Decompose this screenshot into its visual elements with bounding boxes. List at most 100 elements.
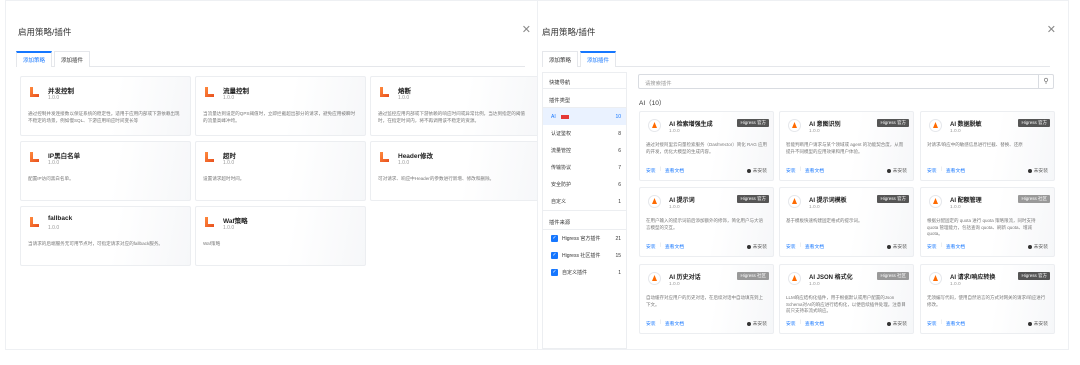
strategy-desc: Waf策略 [203, 241, 221, 246]
plugin-title: AI 历史对话 [669, 275, 701, 281]
install-link[interactable]: 安装 [646, 320, 656, 327]
tab-add-plugin[interactable]: 添加插件 [580, 51, 617, 67]
plugin-desc: 自动缓存对应用户的历史对话，在后续对话中自动填充到上下文。 [646, 295, 763, 307]
plugin-icon [648, 272, 661, 285]
search-icon[interactable]: ⚲ [1038, 75, 1053, 88]
docs-link[interactable]: 查看文档 [805, 167, 824, 174]
plugin-type-title: 插件类型 [543, 89, 626, 108]
plugin-desc: 对请求/响应中的敏感信息进行拦截、替换、还原 [927, 142, 1023, 147]
strategy-title: fallback [48, 215, 73, 222]
status-dot-icon [1027, 321, 1032, 326]
docs-link[interactable]: 查看文档 [946, 320, 965, 327]
docs-link[interactable]: 查看文档 [946, 243, 965, 250]
docs-link[interactable]: 查看文档 [665, 167, 684, 174]
status-dot-icon [746, 321, 751, 326]
plugin-card[interactable]: AI 提示词 1.0.0 Higress 官方 在用户输入的提示词前后添加额外的修饰，… [639, 187, 774, 257]
plugin-source-title: 插件来源 [543, 210, 626, 230]
strategy-card[interactable]: 流量控制 1.0.0 当流量达到设定的QPS阈值时，立即拦截超出部分的请求，避免应用… [195, 76, 366, 136]
strategy-card[interactable]: Waf策略 1.0.0 Waf策略 [195, 206, 366, 266]
strategy-version: 1.0.0 [48, 225, 60, 231]
strategy-card[interactable]: 熔断 1.0.0 通过监控应用内部或下游依赖的响应时间或异常比例，当达到指定的阈值时… [370, 76, 541, 136]
strategy-title: Header修改 [398, 153, 434, 160]
install-link[interactable]: 安装 [646, 167, 656, 174]
install-link[interactable]: 安装 [927, 167, 937, 174]
install-link[interactable]: 安装 [786, 167, 796, 174]
source-badge: Higress 官方 [737, 195, 769, 203]
status-dot-icon [746, 244, 751, 249]
plugin-card[interactable]: AI JSON 格式化 1.0.0 Higress 社区 LLM响应结构化插件，用于根… [779, 264, 914, 334]
plugin-search[interactable]: 请搜索插件 ⚲ [638, 74, 1054, 89]
install-link[interactable]: 安装 [786, 243, 796, 250]
tab-bar: 添加策略 添加插件 [542, 51, 1050, 67]
strategy-desc: 通过监控应用内部或下游依赖的响应时间或异常比例，当达到指定的阈值时，在指定时间内… [378, 111, 526, 123]
plugin-footer: 安装 | 查看文档 未安装 [927, 243, 1048, 250]
plugin-card[interactable]: AI 提示词模板 1.0.0 Higress 官方 基于模板快速构建固定格式的提示词。… [779, 187, 914, 257]
docs-link[interactable]: 查看文档 [805, 243, 824, 250]
docs-link[interactable]: 查看文档 [805, 320, 824, 327]
status-dot-icon [886, 321, 891, 326]
close-icon[interactable]: ✕ [1047, 25, 1056, 36]
plugin-card[interactable]: AI 意图识别 1.0.0 Higress 官方 智能判断用户请求与某个领域或 age… [779, 111, 914, 181]
install-status-label: 未安装 [892, 169, 907, 174]
tab-add-plugin[interactable]: 添加插件 [54, 51, 91, 67]
plugin-footer: 安装 | 查看文档 未安装 [646, 167, 767, 174]
nav-type-count: 1 [618, 198, 621, 205]
strategy-card[interactable]: 超时 1.0.0 设置请求超时时间。 [195, 141, 366, 201]
nav-type-item[interactable]: 传输协议 7 [543, 159, 626, 176]
plugin-card[interactable]: AI 配额管理 1.0.0 Higress 社区 根据分配固定的 quota 进行 q… [920, 187, 1055, 257]
checkbox-checked-icon[interactable]: ✓ [551, 252, 558, 259]
plugin-icon [788, 272, 801, 285]
docs-link[interactable]: 查看文档 [665, 320, 684, 327]
plugin-version: 1.0.0 [950, 282, 961, 287]
status-dot-icon [886, 168, 891, 173]
plugin-icon [648, 195, 661, 208]
plugin-footer: 安装 | 查看文档 未安装 [646, 243, 767, 250]
tab-add-strategy[interactable]: 添加策略 [16, 51, 53, 67]
plugin-desc: 基于模板快速构建固定格式的提示词。 [786, 218, 863, 223]
nav-type-label-wrap: AI [551, 114, 569, 120]
nav-type-label: AI [551, 113, 556, 120]
tab-add-strategy[interactable]: 添加策略 [542, 51, 579, 67]
plugin-version: 1.0.0 [950, 129, 961, 134]
nav-type-item[interactable]: 安全防护 6 [543, 176, 626, 193]
plugin-actions: 安装 | 查看文档 [646, 243, 684, 250]
install-link[interactable]: 安装 [786, 320, 796, 327]
nav-type-item[interactable]: 认证鉴权 8 [543, 125, 626, 142]
strategy-card[interactable]: fallback 1.0.0 当请求的后端服务无可用节点时，可指定请求对应的fall… [20, 206, 191, 266]
nav-source-count: 15 [615, 252, 621, 259]
source-badge: Higress 官方 [1018, 119, 1050, 127]
nav-type-item[interactable]: 流量管控 6 [543, 142, 626, 159]
strategy-desc: 当请求的后端服务无可用节点时，可指定请求对应的fallback服务。 [28, 241, 164, 246]
checkbox-checked-icon[interactable]: ✓ [551, 235, 558, 242]
docs-link[interactable]: 查看文档 [665, 243, 684, 250]
nav-type-item[interactable]: AI 10 [543, 108, 626, 125]
strategy-card[interactable]: Header修改 1.0.0 可对请求、响应中Header的参数进行新增、修改和删除… [370, 141, 541, 201]
strategy-desc: 通过控制并发连接数以保证系统的稳定性。适用于应用内部或下游依赖出现不稳定的场景，… [28, 111, 180, 123]
nav-source-label: Higress 社区插件 [562, 253, 601, 259]
search-input[interactable]: 请搜索插件 [645, 79, 672, 87]
divider: | [940, 320, 942, 325]
install-status-label: 未安装 [1033, 322, 1048, 327]
plugin-card[interactable]: AI 请求/响应转换 1.0.0 Higress 官方 无须编写代码，使用自然语言的方… [920, 264, 1055, 334]
plugin-title: AI 数据脱敏 [950, 122, 982, 128]
docs-link[interactable]: 查看文档 [946, 167, 965, 174]
strategy-card[interactable]: IP黑白名单 1.0.0 配置IP访问黑白名单。 [20, 141, 191, 201]
source-badge: Higress 社区 [737, 272, 769, 280]
source-badge: Higress 官方 [1018, 272, 1050, 280]
plugin-card[interactable]: AI 数据脱敏 1.0.0 Higress 官方对请求/响应中的敏感信息进行拦截、替… [920, 111, 1055, 181]
nav-source-item[interactable]: ✓ Higress 官方插件 21 [543, 230, 626, 247]
checkbox-checked-icon[interactable]: ✓ [551, 269, 558, 276]
nav-source-item[interactable]: ✓ 自定义插件 1 [543, 264, 626, 281]
nav-type-label: 流量管控 [551, 148, 572, 154]
nav-type-item[interactable]: 自定义 1 [543, 193, 626, 210]
install-link[interactable]: 安装 [927, 243, 937, 250]
close-icon[interactable]: ✕ [522, 25, 531, 36]
plugin-card[interactable]: AI 历史对话 1.0.0 Higress 社区 自动缓存对应用户的历史对话，在后续对… [639, 264, 774, 334]
divider: | [659, 320, 661, 325]
nav-source-item[interactable]: ✓ Higress 社区插件 15 [543, 247, 626, 264]
plugin-footer: 安装 | 查看文档 未安装 [927, 167, 1048, 174]
install-link[interactable]: 安装 [646, 243, 656, 250]
install-link[interactable]: 安装 [927, 320, 937, 327]
plugin-card[interactable]: AI 检索增强生成 1.0.0 Higress 官方 通过对接阿里云向量检索服务（Da… [639, 111, 774, 181]
strategy-card[interactable]: 并发控制 1.0.0 通过控制并发连接数以保证系统的稳定性。适用于应用内部或下游依赖… [20, 76, 191, 136]
